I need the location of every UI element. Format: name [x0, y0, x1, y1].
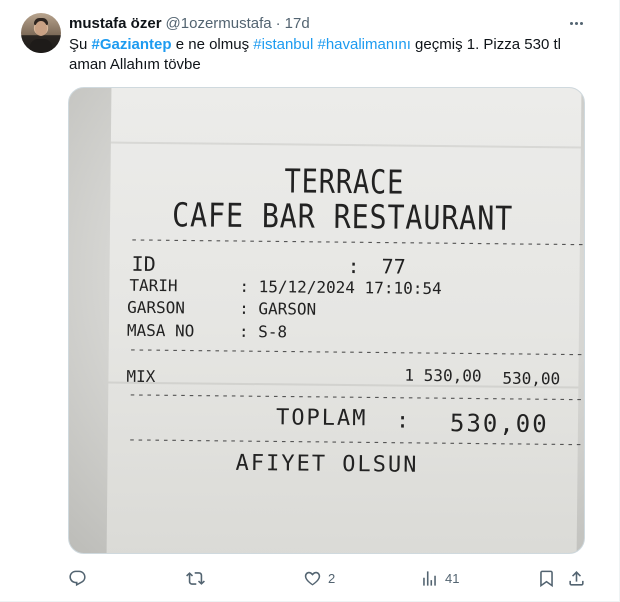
receipt-divider: ----------------------------------------… — [129, 231, 585, 253]
tweet-text-part: e ne olmuş — [171, 36, 254, 53]
tweet-card[interactable]: mustafa özer @1ozermustafa · 17d Şu #Gaz… — [0, 0, 620, 602]
header-separator: · — [275, 14, 281, 32]
tweet-photo[interactable]: TERRACE CAFE BAR RESTAURANT ------------… — [68, 87, 585, 554]
bookmark-icon — [540, 570, 553, 587]
avatar-face — [35, 21, 47, 36]
author-avatar[interactable] — [21, 13, 61, 53]
like-count: 2 — [328, 570, 336, 586]
bookmark-button[interactable] — [537, 567, 556, 589]
retweet-button[interactable] — [186, 567, 211, 589]
receipt-id-sep: : — [347, 254, 360, 279]
retweet-icon — [186, 571, 205, 585]
views-icon — [423, 570, 436, 586]
receipt-total-sep: : — [395, 408, 412, 434]
tweet-header: mustafa özer @1ozermustafa · 17d — [69, 13, 310, 33]
share-icon — [569, 570, 584, 586]
receipt-total-label: TOPLAM — [275, 405, 368, 432]
receipt-item-qty-price: 1 530,00 — [404, 365, 482, 386]
receipt-fold — [110, 141, 581, 149]
receipt-divider: ----------------------------------------… — [128, 341, 585, 363]
reply-icon — [69, 570, 86, 586]
reply-button[interactable] — [68, 567, 93, 589]
receipt-divider: ----------------------------------------… — [128, 386, 585, 408]
avatar-shirt — [30, 39, 52, 53]
hashtag-gaziantep[interactable]: #Gaziantep — [92, 36, 172, 53]
more-icon[interactable] — [566, 13, 586, 33]
receipt-table-value: : S-8 — [238, 321, 288, 342]
receipt-table-label: MASA NO — [126, 320, 195, 341]
receipt-waiter-label: GARSON — [127, 297, 186, 318]
receipt-waiter-value: : GARSON — [239, 298, 317, 319]
tweet-text: Şu #Gaziantep e ne olmuş #istanbul #hava… — [69, 35, 599, 75]
receipt-divider: ----------------------------------------… — [127, 431, 585, 453]
receipt-date-label: TARIH — [129, 275, 178, 296]
receipt-total-value: 530,00 — [449, 409, 549, 439]
hashtag-istanbul[interactable]: #istanbul — [253, 36, 313, 53]
author-name[interactable]: mustafa özer — [69, 15, 162, 32]
views-button[interactable]: 41 — [420, 567, 459, 589]
receipt-id-label: ID — [131, 251, 156, 277]
views-count: 41 — [445, 570, 460, 586]
share-button[interactable] — [567, 567, 586, 589]
receipt-date-value: : 15/12/2024 17:10:54 — [239, 276, 442, 299]
receipt-item-total: 530,00 — [502, 368, 561, 389]
receipt-paper: TERRACE CAFE BAR RESTAURANT ------------… — [106, 88, 584, 553]
receipt-item-name: MIX — [126, 366, 156, 387]
receipt-id-value: 77 — [381, 254, 406, 279]
hashtag-havalimanini[interactable]: #havalimanını — [317, 36, 410, 53]
receipt-title-line2: CAFE BAR RESTAURANT — [171, 195, 514, 238]
receipt-footer: AFIYET OLSUN — [235, 450, 419, 478]
author-handle[interactable]: @1ozermustafa — [166, 15, 272, 32]
tweet-time[interactable]: 17d — [285, 15, 310, 32]
like-icon — [304, 571, 321, 586]
tweet-text-part: Şu — [69, 36, 92, 53]
like-button[interactable]: 2 — [303, 567, 335, 589]
tweet-actions: 2 41 — [0, 567, 620, 591]
